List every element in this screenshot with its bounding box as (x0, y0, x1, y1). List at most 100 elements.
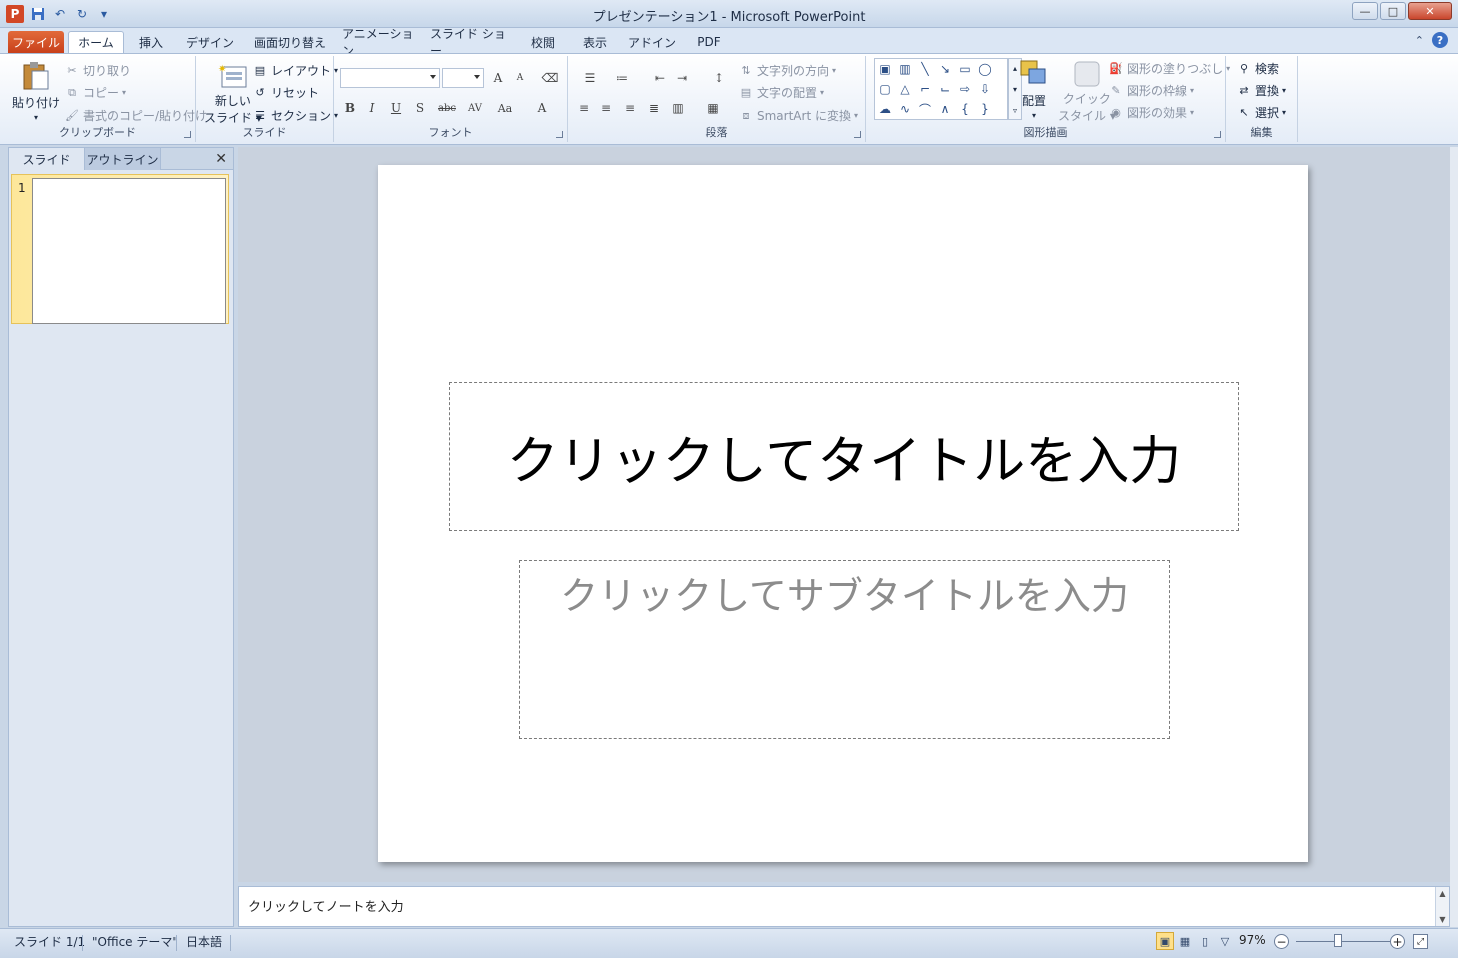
zoom-level[interactable]: 97% (1239, 933, 1266, 947)
arrange-button[interactable]: 配置 ▾ (1018, 58, 1050, 120)
find-button[interactable]: ⚲ 検索 (1236, 60, 1279, 77)
zoom-slider-track[interactable] (1296, 941, 1392, 942)
theme-name[interactable]: "Office テーマ" (92, 933, 178, 950)
zoom-in-icon[interactable]: + (1390, 934, 1405, 949)
align-center-icon[interactable]: ≡ (596, 98, 616, 118)
increase-indent-icon[interactable]: ⇥ (672, 68, 692, 88)
scroll-up-icon[interactable]: ▲ (1439, 889, 1445, 898)
normal-view-icon[interactable]: ▣ (1156, 932, 1174, 950)
underline-button[interactable]: U (386, 98, 406, 118)
fit-to-window-icon[interactable]: ⤢ (1413, 934, 1428, 949)
shape-outline-button[interactable]: ✎ 図形の枠線 ▾ (1108, 82, 1194, 99)
dialog-launcher-icon[interactable] (854, 131, 861, 138)
copy-button[interactable]: ⧉ コピー ▾ (64, 84, 126, 101)
right-brace-shape-icon[interactable]: } (975, 99, 995, 119)
scroll-up-icon[interactable]: ▴ (1013, 64, 1017, 73)
freeform-shape-icon[interactable]: ☁ (875, 99, 895, 119)
dialog-launcher-icon[interactable] (556, 131, 563, 138)
align-text-button[interactable]: ▤ 文字の配置 ▾ (738, 84, 824, 101)
font-name-combo[interactable] (340, 68, 440, 88)
elbow-connector-shape-icon[interactable]: ⌐ (915, 79, 935, 99)
smartart-button[interactable]: ⧈ SmartArt に変換 ▾ (738, 107, 858, 124)
vertical-scrollbar[interactable] (1450, 147, 1458, 927)
notes-pane[interactable]: クリックしてノートを入力 ▲ ▼ (238, 886, 1450, 927)
right-arrow-shape-icon[interactable]: ⇨ (955, 79, 975, 99)
bold-button[interactable]: B (340, 98, 360, 118)
select-button[interactable]: ↖ 選択 ▾ (1236, 104, 1286, 121)
arrow-line-shape-icon[interactable]: ↘ (935, 59, 955, 79)
strikethrough-button[interactable]: abc (434, 98, 460, 118)
help-icon[interactable]: ? (1432, 32, 1448, 48)
zoom-out-icon[interactable]: − (1274, 934, 1289, 949)
tab-outline[interactable]: アウトライン (85, 148, 161, 170)
font-color-button[interactable]: A (532, 98, 552, 118)
clear-format-icon[interactable]: ⌫ (540, 68, 560, 88)
tab-pdf[interactable]: PDF (690, 31, 728, 53)
distributed-icon[interactable]: ▥ (668, 98, 688, 118)
slide-canvas[interactable]: クリックしてタイトルを入力 クリックしてサブタイトルを入力 (378, 165, 1308, 862)
oval-shape-icon[interactable]: ◯ (975, 59, 995, 79)
align-right-icon[interactable]: ≡ (620, 98, 640, 118)
tab-review[interactable]: 校閲 (524, 31, 562, 53)
columns-icon[interactable]: ▦ (700, 98, 726, 118)
slide-sorter-view-icon[interactable]: ▦ (1176, 932, 1194, 950)
close-pane-icon[interactable]: ✕ (215, 151, 227, 167)
rectangle-shape-icon[interactable]: ▭ (955, 59, 975, 79)
shrink-font-button[interactable]: A (510, 68, 530, 88)
tab-file[interactable]: ファイル (8, 31, 64, 53)
line-shape-icon[interactable]: ╲ (915, 59, 935, 79)
change-case-button[interactable]: Aa (492, 98, 518, 118)
minimize-button[interactable]: — (1352, 2, 1378, 20)
grow-font-button[interactable]: A (488, 68, 508, 88)
shape-fill-button[interactable]: ⛽ 図形の塗りつぶし ▾ (1108, 60, 1230, 77)
numbering-icon[interactable]: ≔ (608, 68, 636, 88)
maximize-button[interactable]: □ (1380, 2, 1406, 20)
dialog-launcher-icon[interactable] (184, 131, 191, 138)
textbox-shape-icon[interactable]: ▣ (875, 59, 895, 79)
tab-slides[interactable]: スライド (9, 148, 85, 170)
format-painter-button[interactable]: 🖌 書式のコピー/貼り付け (64, 107, 207, 124)
character-spacing-button[interactable]: AV (462, 98, 488, 118)
tab-view[interactable]: 表示 (576, 31, 614, 53)
shapes-gallery[interactable]: ▣ ▥ ╲ ↘ ▭ ◯ ▢ △ ⌐ ⌙ ⇨ ⇩ ☁ ∿ ⌒ ∧ { } (874, 58, 1008, 120)
language-indicator[interactable]: 日本語 (186, 933, 222, 950)
bullets-icon[interactable]: ☰ (576, 68, 604, 88)
cut-button[interactable]: ✂ 切り取り (64, 62, 131, 79)
line-spacing-icon[interactable]: ↕ (706, 68, 732, 88)
subtitle-placeholder[interactable]: クリックしてサブタイトルを入力 (519, 560, 1170, 739)
scroll-down-icon[interactable]: ▾ (1013, 85, 1017, 94)
layout-button[interactable]: ▤ レイアウト ▾ (252, 62, 338, 79)
decrease-indent-icon[interactable]: ⇤ (650, 68, 670, 88)
down-arrow-shape-icon[interactable]: ⇩ (975, 79, 995, 99)
tab-home[interactable]: ホーム (68, 31, 124, 53)
tab-insert[interactable]: 挿入 (132, 31, 170, 53)
arc-shape-icon[interactable]: ⌒ (915, 99, 935, 119)
notes-scrollbar[interactable]: ▲ ▼ (1435, 887, 1449, 926)
scribble-shape-icon[interactable]: ∿ (895, 99, 915, 119)
section-button[interactable]: ☰ セクション ▾ (252, 107, 338, 124)
reset-button[interactable]: ↺ リセット (252, 84, 319, 101)
slide-thumbnail-item[interactable]: 1 (11, 174, 229, 324)
reading-view-icon[interactable]: ▯ (1196, 932, 1214, 950)
justify-icon[interactable]: ≣ (644, 98, 664, 118)
dialog-launcher-icon[interactable] (1214, 131, 1221, 138)
tab-transitions[interactable]: 画面切り替え (250, 31, 330, 53)
replace-button[interactable]: ⇄ 置換 ▾ (1236, 82, 1286, 99)
shadow-button[interactable]: S (410, 98, 430, 118)
more-icon[interactable]: ▿ (1013, 106, 1017, 115)
text-direction-button[interactable]: ⇅ 文字列の方向 ▾ (738, 62, 836, 79)
curve-shape-icon[interactable]: ∧ (935, 99, 955, 119)
triangle-shape-icon[interactable]: △ (895, 79, 915, 99)
tab-design[interactable]: デザイン (182, 31, 238, 53)
title-placeholder[interactable]: クリックしてタイトルを入力 (449, 382, 1239, 531)
elbow-arrow-shape-icon[interactable]: ⌙ (935, 79, 955, 99)
scroll-down-icon[interactable]: ▼ (1439, 915, 1445, 924)
slideshow-view-icon[interactable]: ▽ (1216, 932, 1234, 950)
shape-effects-button[interactable]: ◉ 図形の効果 ▾ (1108, 104, 1194, 121)
paste-button[interactable]: 貼り付け ▾ (12, 60, 60, 122)
tab-slideshow[interactable]: スライド ショー (430, 27, 510, 58)
slide-thumbnail[interactable] (32, 178, 226, 324)
font-size-combo[interactable] (442, 68, 484, 88)
italic-button[interactable]: I (362, 98, 382, 118)
close-button[interactable]: ✕ (1408, 2, 1452, 20)
